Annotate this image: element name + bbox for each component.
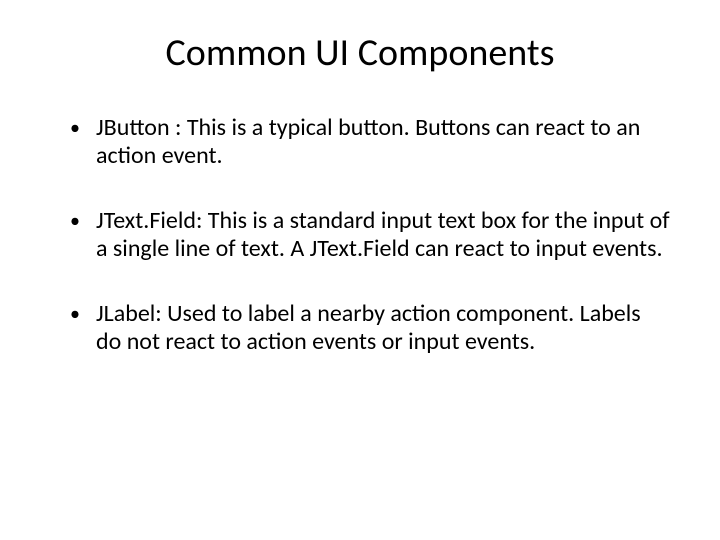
list-item: • JLabel: Used to label a nearby action … xyxy=(70,300,670,355)
bullet-text: JLabel: Used to label a nearby action co… xyxy=(96,300,670,355)
list-item: • JText.Field: This is a standard input … xyxy=(70,207,670,262)
bullet-icon: • xyxy=(70,300,96,328)
bullet-icon: • xyxy=(70,207,96,235)
slide-title: Common UI Components xyxy=(50,30,670,76)
bullet-text: JButton : This is a typical button. Butt… xyxy=(96,114,670,169)
slide-content: • JButton : This is a typical button. Bu… xyxy=(50,114,670,356)
bullet-text: JText.Field: This is a standard input te… xyxy=(96,207,670,262)
bullet-icon: • xyxy=(70,114,96,142)
list-item: • JButton : This is a typical button. Bu… xyxy=(70,114,670,169)
